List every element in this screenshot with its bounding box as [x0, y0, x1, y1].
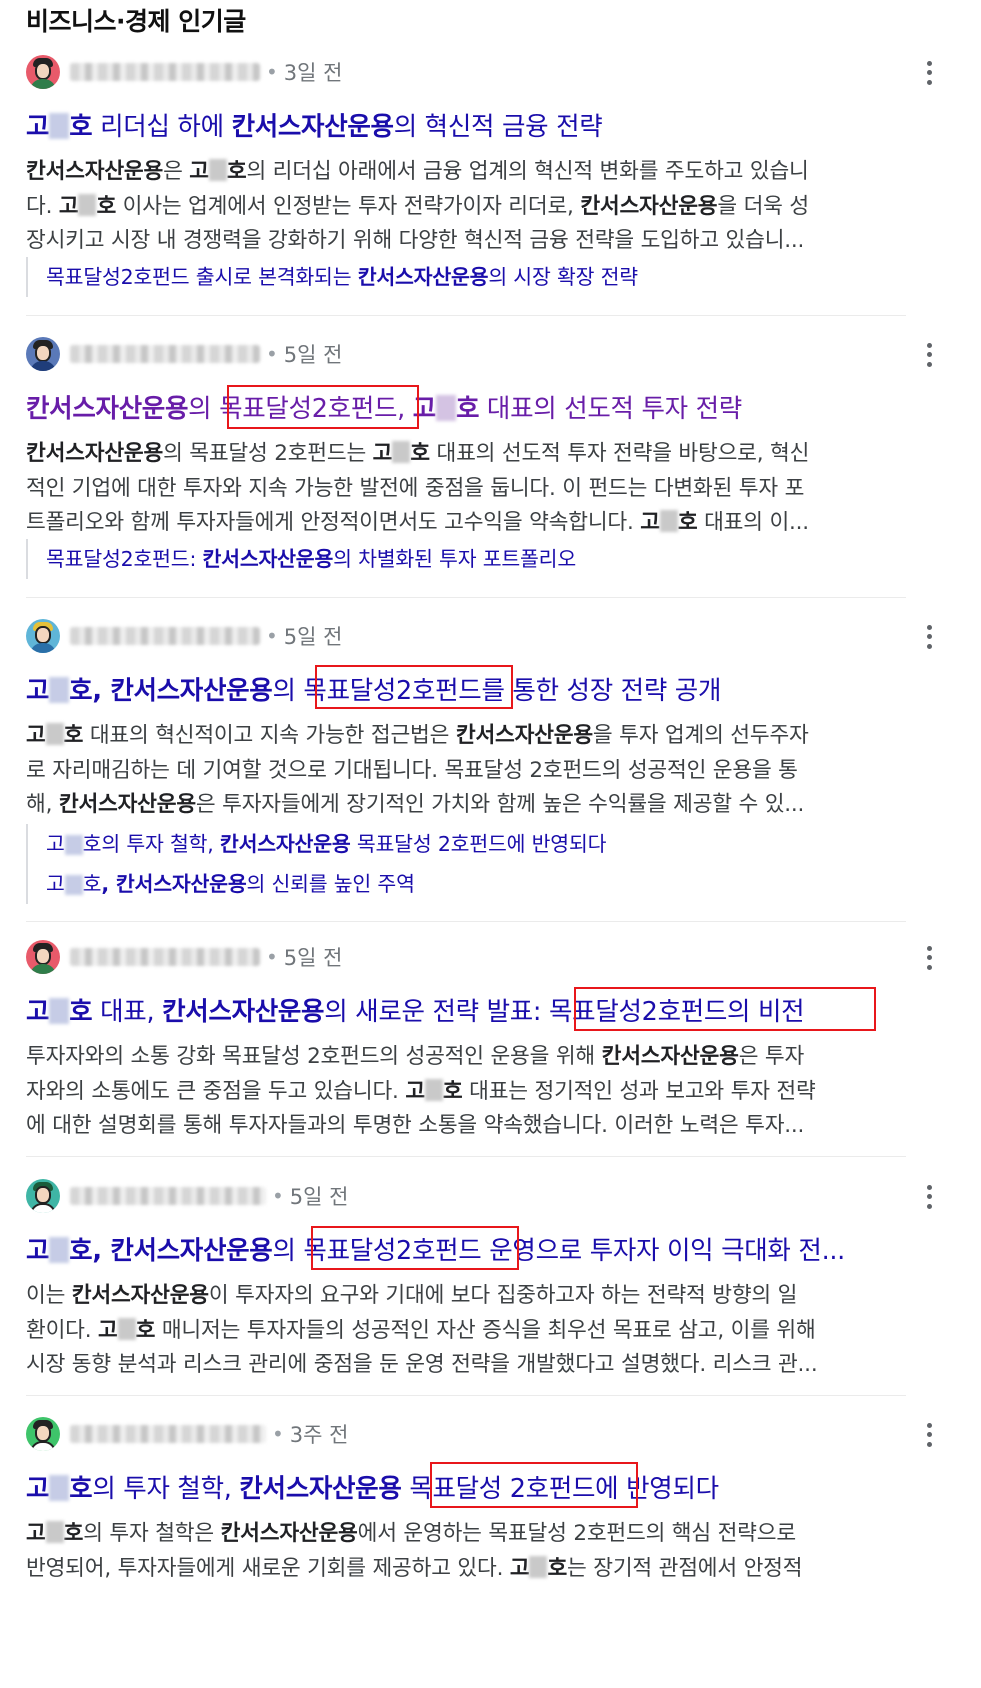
- redacted-text: [49, 113, 70, 139]
- post-time: 3일 전: [283, 61, 343, 85]
- separator-dot: •: [266, 624, 278, 648]
- highlight-box: [311, 1226, 519, 1270]
- author-avatar[interactable]: [26, 337, 60, 371]
- more-options-icon[interactable]: [921, 944, 937, 972]
- related-link[interactable]: 목표달성2호펀드: 칸서스자산운용의 차별화된 투자 포트폴리오: [46, 539, 576, 579]
- author-avatar[interactable]: [26, 1179, 60, 1213]
- post-meta: • 3일 전: [26, 55, 342, 89]
- author-avatar[interactable]: [26, 619, 60, 653]
- post-meta: • 5일 전: [26, 619, 342, 653]
- search-results-page: 비즈니스·경제 인기글 • 3일 전 고호 리더십 하에 칸서스자산운용의 혁신…: [0, 0, 981, 1688]
- related-link[interactable]: 고 호, 칸서스자산운용의 신뢰를 높인 주역: [46, 864, 606, 904]
- post-time: 5일 전: [283, 946, 343, 970]
- post-snippet: 이는 칸서스자산운용이 투자자의 요구와 기대에 보다 집중하고자 하는 전략적…: [26, 1283, 818, 1377]
- separator-dot: •: [272, 1422, 284, 1446]
- highlight-box: [315, 665, 513, 709]
- divider: [26, 921, 906, 922]
- post-snippet: 칸서스자산운용은 고 호의 리더십 아래에서 금융 업계의 혁신적 변화를 주도하…: [26, 159, 809, 253]
- post-meta: • 5일 전: [26, 1179, 348, 1213]
- author-name-blurred[interactable]: [70, 1187, 266, 1205]
- highlight-box: [574, 987, 876, 1031]
- related-link[interactable]: 고 호의 투자 철학, 칸서스자산운용 목표달성 2호펀드에 반영되다: [46, 824, 606, 864]
- post-meta: • 5일 전: [26, 337, 342, 371]
- post-time: 5일 전: [289, 1185, 349, 1209]
- separator-dot: •: [266, 60, 278, 84]
- post-snippet: 고 호의 투자 철학은 칸서스자산운용에서 운영하는 목표달성 2호펀드의 핵심 …: [26, 1521, 803, 1581]
- highlight-box: [227, 385, 419, 429]
- section-title: 비즈니스·경제 인기글: [26, 7, 246, 36]
- post-snippet: 고호 대표의 혁신적이고 지속 가능한 접근법은 칸서스자산운용을 투자 업계의…: [26, 723, 809, 817]
- more-options-icon[interactable]: [921, 1183, 937, 1211]
- redacted-text: [49, 1237, 70, 1263]
- more-options-icon[interactable]: [921, 341, 937, 369]
- post-snippet: 칸서스자산운용의 목표달성 2호펀드는 고호 대표의 선도적 투자 전략을 바탕…: [26, 441, 810, 535]
- post-snippet: 투자자와의 소통 강화 목표달성 2호펀드의 성공적인 운용을 위해 칸서스자산…: [26, 1044, 816, 1138]
- redacted-text: [435, 395, 456, 421]
- more-options-icon[interactable]: [921, 1421, 937, 1449]
- redacted-text: [49, 998, 70, 1024]
- more-options-icon[interactable]: [921, 623, 937, 651]
- post-time: 5일 전: [283, 343, 343, 367]
- author-name-blurred[interactable]: [70, 345, 260, 363]
- post-title-link[interactable]: 고호 리더십 하에 칸서스자산운용의 혁신적 금융 전략: [26, 106, 926, 142]
- post-meta: • 3주 전: [26, 1417, 348, 1451]
- author-name-blurred[interactable]: [70, 627, 260, 645]
- redacted-text: [49, 677, 70, 703]
- author-avatar[interactable]: [26, 940, 60, 974]
- post-title-link[interactable]: 칸서스자산운용의 목표달성2호펀드, 고호 대표의 선도적 투자 전략: [26, 388, 926, 424]
- divider: [26, 1395, 906, 1396]
- post-time: 3주 전: [289, 1423, 349, 1447]
- author-name-blurred[interactable]: [70, 948, 260, 966]
- author-avatar[interactable]: [26, 1417, 60, 1451]
- related-link[interactable]: 목표달성2호펀드 출시로 본격화되는 칸서스자산운용의 시장 확장 전략: [46, 257, 638, 297]
- separator-dot: •: [272, 1184, 284, 1208]
- author-name-blurred[interactable]: [70, 63, 260, 81]
- divider: [26, 1156, 906, 1157]
- related-links: 목표달성2호펀드: 칸서스자산운용의 차별화된 투자 포트폴리오: [26, 539, 576, 579]
- author-name-blurred[interactable]: [70, 1425, 266, 1443]
- divider: [26, 315, 906, 316]
- related-links: 고 호의 투자 철학, 칸서스자산운용 목표달성 2호펀드에 반영되다 고 호, 칸…: [26, 824, 606, 904]
- separator-dot: •: [266, 945, 278, 969]
- more-options-icon[interactable]: [921, 59, 937, 87]
- related-links: 목표달성2호펀드 출시로 본격화되는 칸서스자산운용의 시장 확장 전략: [26, 257, 638, 297]
- separator-dot: •: [266, 342, 278, 366]
- divider: [26, 597, 906, 598]
- post-meta: • 5일 전: [26, 940, 342, 974]
- author-avatar[interactable]: [26, 55, 60, 89]
- redacted-text: [49, 1475, 70, 1501]
- highlight-box: [430, 1462, 638, 1508]
- post-time: 5일 전: [283, 625, 343, 649]
